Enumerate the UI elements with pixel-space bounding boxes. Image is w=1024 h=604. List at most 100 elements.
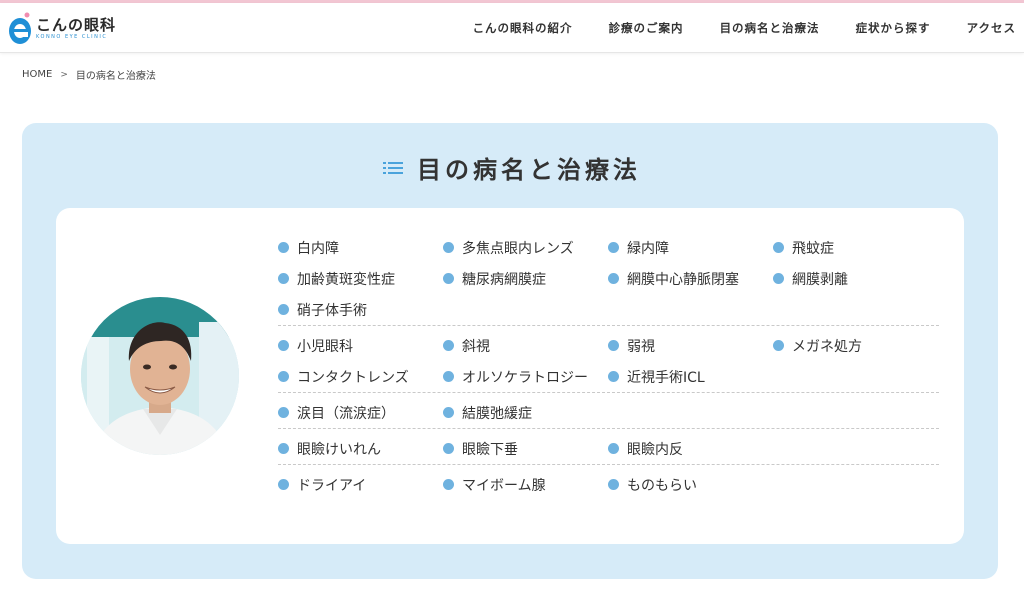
disease-link-multifocal-iol[interactable]: 多焦点眼内レンズ — [443, 238, 608, 258]
disease-link-glaucoma[interactable]: 緑内障 — [608, 238, 773, 258]
disease-row: ドライアイ マイボーム腺 ものもらい — [278, 469, 939, 500]
disease-link-entropion[interactable]: 眼瞼内反 — [608, 439, 773, 459]
bullet-dot-icon — [278, 371, 289, 382]
disease-group-eyelid: 眼瞼けいれん 眼瞼下垂 眼瞼内反 — [278, 428, 939, 464]
disease-label: 網膜中心静脈閉塞 — [627, 271, 739, 288]
disease-link-amd[interactable]: 加齢黄斑変性症 — [278, 269, 443, 289]
nav-item-services[interactable]: 診療のご案内 — [609, 20, 684, 36]
disease-label: 眼瞼内反 — [627, 441, 683, 458]
disease-row: 小児眼科 斜視 弱視 メガネ処方 — [278, 330, 939, 361]
logo-mark-icon — [9, 12, 31, 44]
disease-link-floaters[interactable]: 飛蚊症 — [773, 238, 938, 258]
disease-label: 眼瞼けいれん — [297, 441, 381, 458]
disease-label: ものもらい — [627, 477, 697, 494]
disease-label: 涙目（流涙症） — [297, 405, 395, 422]
bullet-dot-icon — [608, 479, 619, 490]
disease-label: 白内障 — [297, 240, 339, 257]
disease-label: ドライアイ — [297, 477, 367, 494]
disease-group-tear: 涙目（流涙症） 結膜弛緩症 — [278, 392, 939, 428]
breadcrumb: HOME > 目の病名と治療法 — [22, 67, 156, 82]
disease-label: メガネ処方 — [792, 338, 862, 355]
disease-label: コンタクトレンズ — [297, 369, 409, 386]
bullet-dot-icon — [278, 407, 289, 418]
disease-link-crvo[interactable]: 網膜中心静脈閉塞 — [608, 269, 773, 289]
disease-link-meibomian[interactable]: マイボーム腺 — [443, 475, 608, 495]
disease-label: 弱視 — [627, 338, 655, 355]
bullet-dot-icon — [773, 242, 784, 253]
disease-label: 糖尿病網膜症 — [462, 271, 546, 288]
breadcrumb-separator: > — [60, 69, 68, 80]
disease-label: 網膜剥離 — [792, 271, 848, 288]
disease-link-icl[interactable]: 近視手術ICL — [608, 367, 773, 387]
bullet-dot-icon — [443, 407, 454, 418]
disease-label: 結膜弛緩症 — [462, 405, 532, 422]
disease-label: 小児眼科 — [297, 338, 353, 355]
bullet-dot-icon — [773, 340, 784, 351]
logo-name: こんの眼科 — [36, 15, 117, 34]
nav-item-diseases[interactable]: 目の病名と治療法 — [720, 20, 820, 36]
bullet-dot-icon — [278, 443, 289, 454]
disease-link-retinal-detachment[interactable]: 網膜剥離 — [773, 269, 938, 289]
disease-label: 斜視 — [462, 338, 490, 355]
disease-row: 硝子体手術 — [278, 294, 939, 325]
disease-link-strabismus[interactable]: 斜視 — [443, 336, 608, 356]
disease-label: 加齢黄斑変性症 — [297, 271, 395, 288]
disease-link-dry-eye[interactable]: ドライアイ — [278, 475, 443, 495]
disease-label: マイボーム腺 — [462, 477, 546, 494]
disease-link-glasses[interactable]: メガネ処方 — [773, 336, 938, 356]
disease-link-diabetic-retinopathy[interactable]: 糖尿病網膜症 — [443, 269, 608, 289]
bullet-dot-icon — [278, 242, 289, 253]
bullet-dot-icon — [608, 242, 619, 253]
disease-link-pediatric[interactable]: 小児眼科 — [278, 336, 443, 356]
disease-label: 緑内障 — [627, 240, 669, 257]
bullet-dot-icon — [278, 273, 289, 284]
list-icon — [383, 161, 403, 174]
logo-tagline: KONNO EYE CLINIC — [36, 33, 108, 40]
disease-link-epiphora[interactable]: 涙目（流涙症） — [278, 403, 443, 423]
disease-link-vitrectomy[interactable]: 硝子体手術 — [278, 300, 443, 320]
site-logo[interactable]: こんの眼科 KONNO EYE CLINIC — [8, 11, 116, 45]
disease-label: 眼瞼下垂 — [462, 441, 518, 458]
disease-list: 白内障 多焦点眼内レンズ 緑内障 飛蚊症 加齢黄斑変性症 糖尿病網膜症 網膜中心… — [278, 232, 939, 500]
bullet-dot-icon — [443, 443, 454, 454]
breadcrumb-current: 目の病名と治療法 — [75, 71, 156, 82]
doctor-portrait-image — [81, 297, 239, 455]
disease-group-pediatric: 小児眼科 斜視 弱視 メガネ処方 コンタクトレンズ オルソケラトロジー 近視手術… — [278, 325, 939, 392]
doctor-photo — [81, 297, 239, 455]
disease-link-orthokeratology[interactable]: オルソケラトロジー — [443, 367, 608, 387]
bullet-dot-icon — [443, 479, 454, 490]
disease-link-cataract[interactable]: 白内障 — [278, 238, 443, 258]
nav-item-symptoms[interactable]: 症状から探す — [856, 20, 931, 36]
bullet-dot-icon — [608, 371, 619, 382]
section-title: 目の病名と治療法 — [0, 150, 1024, 185]
page-title: 目の病名と治療法 — [417, 156, 641, 184]
disease-row: 白内障 多焦点眼内レンズ 緑内障 飛蚊症 — [278, 232, 939, 263]
disease-row: コンタクトレンズ オルソケラトロジー 近視手術ICL — [278, 361, 939, 392]
bullet-dot-icon — [443, 340, 454, 351]
nav-item-about[interactable]: こんの眼科の紹介 — [473, 20, 573, 36]
disease-group-retina: 白内障 多焦点眼内レンズ 緑内障 飛蚊症 加齢黄斑変性症 糖尿病網膜症 網膜中心… — [278, 232, 939, 325]
breadcrumb-home-link[interactable]: HOME — [22, 69, 52, 80]
disease-label: 近視手術ICL — [627, 369, 705, 386]
disease-row: 眼瞼けいれん 眼瞼下垂 眼瞼内反 — [278, 433, 939, 464]
disease-row: 加齢黄斑変性症 糖尿病網膜症 網膜中心静脈閉塞 網膜剥離 — [278, 263, 939, 294]
disease-link-amblyopia[interactable]: 弱視 — [608, 336, 773, 356]
site-header: こんの眼科 KONNO EYE CLINIC こんの眼科の紹介 診療のご案内 目… — [0, 3, 1024, 53]
bullet-dot-icon — [608, 340, 619, 351]
disease-link-blepharospasm[interactable]: 眼瞼けいれん — [278, 439, 443, 459]
bullet-dot-icon — [773, 273, 784, 284]
bullet-dot-icon — [443, 371, 454, 382]
nav-item-access[interactable]: アクセス — [967, 20, 1016, 36]
bullet-dot-icon — [608, 443, 619, 454]
disease-label: 飛蚊症 — [792, 240, 834, 257]
disease-link-contact-lens[interactable]: コンタクトレンズ — [278, 367, 443, 387]
bullet-dot-icon — [278, 304, 289, 315]
disease-link-conjunctivochalasis[interactable]: 結膜弛緩症 — [443, 403, 608, 423]
bullet-dot-icon — [608, 273, 619, 284]
bullet-dot-icon — [278, 340, 289, 351]
disease-link-ptosis[interactable]: 眼瞼下垂 — [443, 439, 608, 459]
disease-group-dry-eye: ドライアイ マイボーム腺 ものもらい — [278, 464, 939, 500]
disease-link-stye[interactable]: ものもらい — [608, 475, 773, 495]
bullet-dot-icon — [443, 273, 454, 284]
disease-label: 硝子体手術 — [297, 302, 367, 319]
